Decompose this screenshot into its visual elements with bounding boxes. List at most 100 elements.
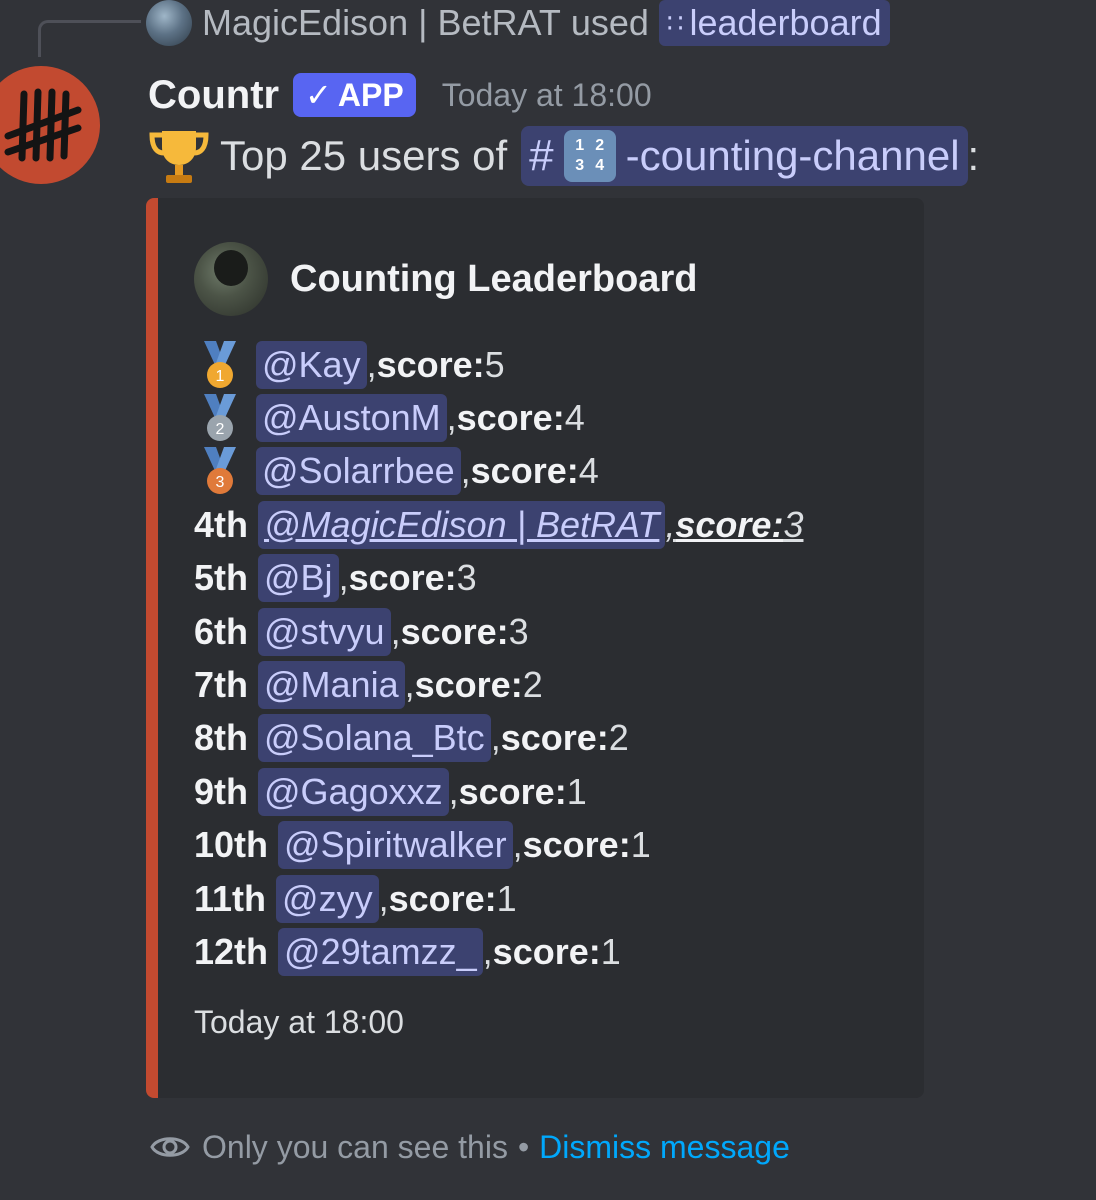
slash-command-chip[interactable]: ∷ leaderboard <box>658 0 890 46</box>
separator-comma: , <box>390 610 401 652</box>
rank-label: 11th <box>194 877 267 919</box>
score-value: 3 <box>456 557 477 599</box>
rank-label: 10th <box>194 824 269 866</box>
score-value: 1 <box>600 930 621 972</box>
score-label: score: <box>400 610 509 652</box>
embed-author-avatar <box>194 242 268 316</box>
score-label: score: <box>348 557 457 599</box>
user-mention[interactable]: @Mania <box>258 661 405 710</box>
leaderboard-row: 8th @Solana_Btc, score: 2 <box>194 712 914 765</box>
user-mention[interactable]: @Gagoxxz <box>258 767 449 816</box>
score-value: 1 <box>630 824 651 866</box>
leaderboard-row: 2 @AustonM, score: 4 <box>194 391 914 444</box>
separator-comma: , <box>338 557 349 599</box>
dismiss-message-link[interactable]: Dismiss message <box>539 1129 790 1166</box>
separator-comma: , <box>482 930 493 972</box>
score-label: score: <box>376 343 485 385</box>
user-mention[interactable]: @Solarrbee <box>256 447 461 496</box>
separator-comma: , <box>378 877 389 919</box>
medal-rank-number: 1 <box>216 368 225 385</box>
content-prefix: Top 25 users of <box>220 132 508 179</box>
embed-title: Counting Leaderboard <box>290 257 698 300</box>
rank-label: 8th <box>194 717 248 759</box>
score-label: score: <box>500 717 609 759</box>
user-mention[interactable]: @AustonM <box>256 394 447 443</box>
leaderboard-row: 1 @Kay, score: 5 <box>194 338 914 391</box>
user-mention[interactable]: @Solana_Btc <box>258 714 491 763</box>
leaderboard-row: 4th @MagicEdison | BetRAT, score: 3 <box>194 498 914 551</box>
separator-comma: , <box>665 503 676 545</box>
trophy-icon <box>149 131 209 183</box>
rank-label: 5th <box>194 557 248 599</box>
ephemeral-separator: • <box>517 1128 530 1165</box>
silver-medal-icon: 2 <box>204 394 236 442</box>
separator-comma: , <box>460 450 471 492</box>
reply-username[interactable]: MagicEdison | BetRAT <box>202 2 561 44</box>
leaderboard-row: 11th @zyy, score: 1 <box>194 872 914 925</box>
separator-comma: , <box>448 770 459 812</box>
channel-mention[interactable]: # 1 2 3 4 -counting-channel <box>521 126 968 186</box>
medal-rank-number: 3 <box>216 474 225 491</box>
score-label: score: <box>458 770 567 812</box>
reply-context[interactable]: MagicEdison | BetRAT used ∷ leaderboard <box>146 0 890 46</box>
chat-message-view: MagicEdison | BetRAT used ∷ leaderboard … <box>0 0 1096 1200</box>
message-header: Countr ✓ APP Today at 18:00 <box>148 70 652 120</box>
app-badge-label: APP <box>337 76 404 113</box>
score-label: score: <box>522 824 631 866</box>
leaderboard-row: 7th @Mania, score: 2 <box>194 658 914 711</box>
ephemeral-text: Only you can see this <box>202 1128 508 1165</box>
score-label: score: <box>456 397 565 439</box>
embed-footer-timestamp: Today at 18:00 <box>194 1004 404 1040</box>
app-badge: ✓ APP <box>293 73 416 117</box>
score-label: score: <box>388 877 497 919</box>
score-value: 1 <box>566 770 587 812</box>
user-mention[interactable]: @Spiritwalker <box>278 821 513 870</box>
command-name: leaderboard <box>689 2 882 43</box>
score-label: score: <box>414 664 523 706</box>
separator-comma: , <box>490 717 501 759</box>
separator-comma: , <box>512 824 523 866</box>
rank-label: 7th <box>194 664 248 706</box>
reply-action: used <box>570 2 649 43</box>
score-value: 5 <box>484 343 505 385</box>
score-label: score: <box>470 450 579 492</box>
user-mention[interactable]: @Kay <box>256 340 367 389</box>
user-mention[interactable]: @Bj <box>258 554 339 603</box>
reply-user-avatar[interactable] <box>146 0 192 46</box>
bronze-medal-icon: 3 <box>204 447 236 495</box>
leaderboard-embed: Counting Leaderboard 1 @Kay, score: 5 2 @Au… <box>146 198 924 1098</box>
score-value: 3 <box>508 610 529 652</box>
ephemeral-notice: Only you can see this • Dismiss message <box>148 1122 790 1172</box>
bot-username[interactable]: Countr <box>148 73 279 118</box>
gold-medal-icon: 1 <box>204 340 236 388</box>
score-value: 4 <box>578 450 599 492</box>
rank-label: 12th <box>194 930 269 972</box>
verified-check-icon: ✓ <box>305 77 332 113</box>
separator-comma: , <box>446 397 457 439</box>
user-mention[interactable]: @zyy <box>276 874 379 923</box>
leaderboard-row: 3 @Solarrbee, score: 4 <box>194 445 914 498</box>
user-mention[interactable]: @stvyu <box>258 607 391 656</box>
user-mention[interactable]: @29tamzz_ <box>278 927 483 976</box>
score-label: score: <box>675 503 784 545</box>
score-value: 2 <box>608 717 629 759</box>
bot-avatar[interactable] <box>0 66 100 184</box>
leaderboard-row: 9th @Gagoxxz, score: 1 <box>194 765 914 818</box>
tally-marks-icon <box>4 88 82 162</box>
rank-label: 4th <box>194 503 248 545</box>
separator-comma: , <box>404 664 415 706</box>
slash-command-icon: ∷ <box>666 7 684 38</box>
channel-hash-icon: # <box>529 131 554 180</box>
embed-author: Counting Leaderboard <box>194 242 697 316</box>
score-value: 2 <box>522 664 543 706</box>
leaderboard-row: 5th @Bj, score: 3 <box>194 552 914 605</box>
rank-label: 9th <box>194 770 248 812</box>
message-timestamp[interactable]: Today at 18:00 <box>442 77 652 114</box>
medal-rank-number: 2 <box>216 421 225 438</box>
score-label: score: <box>492 930 601 972</box>
user-mention[interactable]: @MagicEdison | BetRAT <box>258 500 666 549</box>
rank-label: 6th <box>194 610 248 652</box>
leaderboard-row: 12th @29tamzz_, score: 1 <box>194 925 914 978</box>
score-value: 3 <box>783 503 804 545</box>
embed-accent-bar <box>146 198 158 1098</box>
